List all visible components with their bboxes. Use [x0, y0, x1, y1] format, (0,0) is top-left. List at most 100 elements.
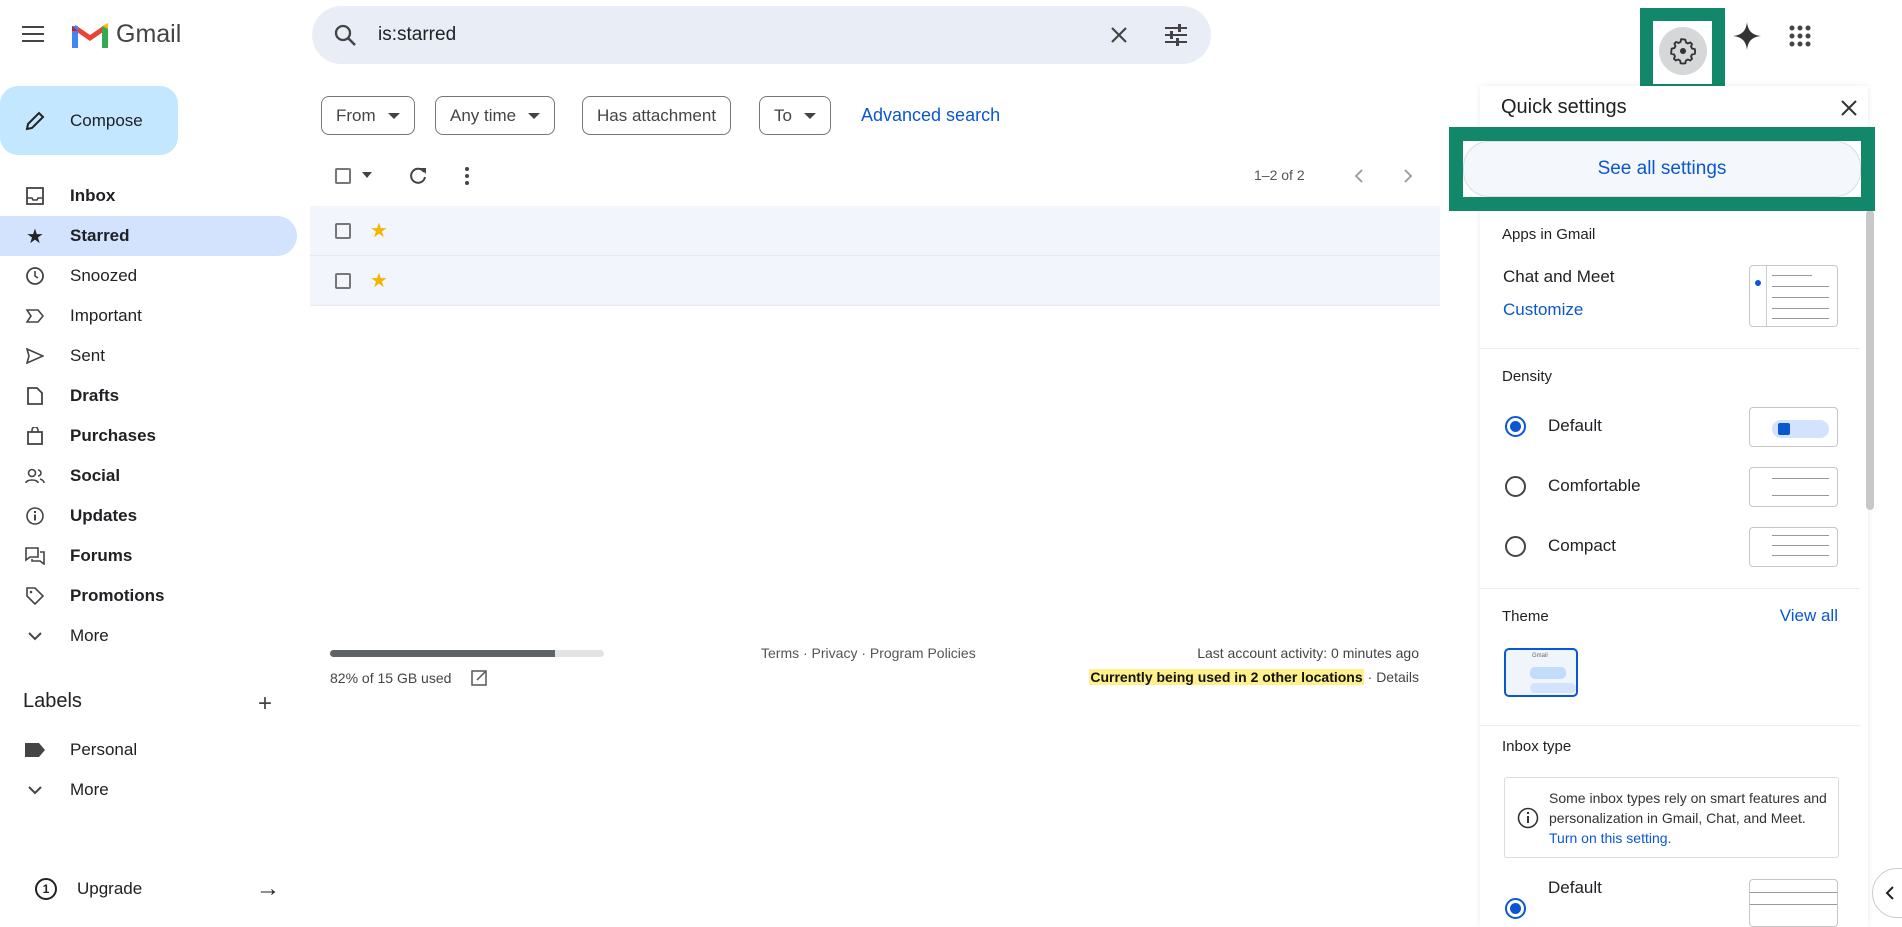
sidebar-item-social[interactable]: Social: [0, 456, 297, 496]
apps-heading: Apps in Gmail: [1502, 226, 1596, 243]
search-bar[interactable]: [312, 6, 1211, 64]
row-checkbox[interactable]: [335, 273, 351, 289]
chevron-left-icon: [1885, 886, 1894, 900]
pencil-icon: [25, 111, 45, 130]
sidebar-item-inbox[interactable]: Inbox: [0, 176, 297, 216]
density-compact-label[interactable]: Compact: [1548, 536, 1616, 556]
compose-button[interactable]: Compose: [0, 86, 178, 155]
menu-icon: [22, 26, 44, 42]
close-icon[interactable]: [1110, 26, 1128, 44]
select-dropdown-icon[interactable]: [362, 172, 372, 180]
quick-settings-title: Quick settings: [1501, 96, 1627, 118]
filter-any-time[interactable]: Any time: [435, 96, 556, 135]
density-heading: Density: [1502, 368, 1553, 385]
inbox-icon: [24, 185, 46, 207]
sidebar-item-more[interactable]: More: [0, 616, 297, 656]
star-icon[interactable]: ★: [370, 218, 388, 243]
labels-more[interactable]: More: [0, 770, 297, 810]
storage-bar-fill: [330, 650, 555, 657]
details-link[interactable]: · Details: [1368, 669, 1419, 685]
select-all-checkbox[interactable]: [335, 168, 351, 184]
density-default-radio[interactable]: [1505, 416, 1526, 437]
info-icon: [1517, 807, 1539, 829]
sidebar-item-sent[interactable]: Sent: [0, 336, 297, 376]
gmail-logo[interactable]: Gmail: [72, 20, 181, 49]
draft-icon: [24, 385, 46, 407]
gmail-m-icon: [72, 22, 108, 48]
turn-on-setting-link[interactable]: Turn on this setting.: [1549, 830, 1671, 846]
gear-icon: [1670, 38, 1697, 65]
theme-thumbnail[interactable]: Gmail: [1504, 648, 1578, 697]
open-in-new-icon[interactable]: [471, 670, 487, 686]
settings-button[interactable]: [1659, 27, 1707, 75]
density-comfortable-label[interactable]: Comfortable: [1548, 476, 1641, 496]
inbox-default-label[interactable]: Default: [1548, 878, 1602, 898]
email-row[interactable]: ★: [310, 206, 1440, 256]
other-locations-highlight: Currently being used in 2 other location…: [1089, 669, 1364, 685]
density-comfortable-preview: [1749, 467, 1838, 507]
sidebar-item-snoozed[interactable]: Snoozed: [0, 256, 297, 296]
star-icon[interactable]: ★: [370, 268, 388, 293]
label-personal[interactable]: Personal: [0, 730, 297, 770]
arrow-right-icon: →: [256, 875, 280, 902]
sidebar-item-forums[interactable]: Forums: [0, 536, 297, 576]
email-row[interactable]: ★: [310, 256, 1440, 306]
label-important-icon: [24, 305, 46, 327]
send-icon: [24, 345, 46, 367]
sidebar-item-starred[interactable]: ★ Starred: [0, 216, 297, 256]
settings-highlight-box: [1640, 8, 1725, 97]
panel-scrollbar[interactable]: [1866, 210, 1874, 510]
chevron-right-icon[interactable]: [1403, 169, 1413, 183]
pagination-text: 1–2 of 2: [1254, 167, 1305, 183]
sidebar-item-purchases[interactable]: Purchases: [0, 416, 297, 456]
menu-button[interactable]: [22, 24, 48, 46]
add-label-button[interactable]: +: [258, 690, 272, 718]
advanced-search-link[interactable]: Advanced search: [861, 105, 1000, 126]
refresh-icon[interactable]: [409, 167, 427, 185]
tune-icon[interactable]: [1164, 24, 1188, 46]
sidebar-item-important[interactable]: Important: [0, 296, 297, 336]
more-vert-icon[interactable]: [464, 167, 470, 185]
label-icon: [24, 739, 46, 761]
last-activity: Last account activity: 0 minutes ago: [1197, 645, 1419, 661]
close-icon[interactable]: [1841, 100, 1857, 116]
inbox-default-preview: [1749, 879, 1838, 927]
upgrade-button[interactable]: 1 Upgrade →: [20, 870, 280, 908]
theme-thumb-text: Gmail: [1532, 653, 1548, 659]
customize-link[interactable]: Customize: [1503, 300, 1583, 320]
sidebar-item-drafts[interactable]: Drafts: [0, 376, 297, 416]
view-all-themes-link[interactable]: View all: [1780, 606, 1838, 626]
tag-icon: [24, 585, 46, 607]
footer-links[interactable]: Terms · Privacy · Program Policies: [761, 645, 976, 661]
apps-grid-icon[interactable]: [1789, 25, 1811, 47]
sidebar-item-promotions[interactable]: Promotions: [0, 576, 297, 616]
inbox-default-radio[interactable]: [1505, 898, 1526, 919]
people-icon: [24, 465, 46, 487]
density-compact-radio[interactable]: [1505, 536, 1526, 557]
caret-down-icon: [528, 112, 541, 119]
row-checkbox[interactable]: [335, 223, 351, 239]
filter-from[interactable]: From: [321, 96, 415, 135]
density-compact-preview: [1749, 527, 1838, 567]
see-all-settings-button[interactable]: See all settings: [1463, 141, 1861, 197]
inbox-info-text: Some inbox types rely on smart features …: [1549, 790, 1827, 826]
sidebar-item-updates[interactable]: Updates: [0, 496, 297, 536]
upgrade-label: Upgrade: [77, 879, 143, 898]
gemini-sparkle-icon[interactable]: [1733, 22, 1761, 50]
divider: [1480, 348, 1860, 349]
clock-icon: [24, 265, 46, 287]
search-icon[interactable]: [334, 24, 358, 48]
density-comfortable-radio[interactable]: [1505, 476, 1526, 497]
side-panel-toggle[interactable]: [1872, 868, 1902, 918]
chevron-down-icon: [24, 779, 46, 801]
star-icon: ★: [26, 225, 44, 248]
density-default-label[interactable]: Default: [1548, 416, 1602, 436]
compose-label: Compose: [70, 110, 143, 130]
chevron-left-icon[interactable]: [1354, 169, 1364, 183]
filter-has-attachment[interactable]: Has attachment: [582, 96, 732, 135]
forum-icon: [24, 545, 46, 567]
filter-to[interactable]: To: [759, 96, 831, 135]
upgrade-icon: 1: [35, 878, 57, 900]
shopping-bag-icon: [24, 425, 46, 447]
search-input[interactable]: [378, 20, 978, 50]
